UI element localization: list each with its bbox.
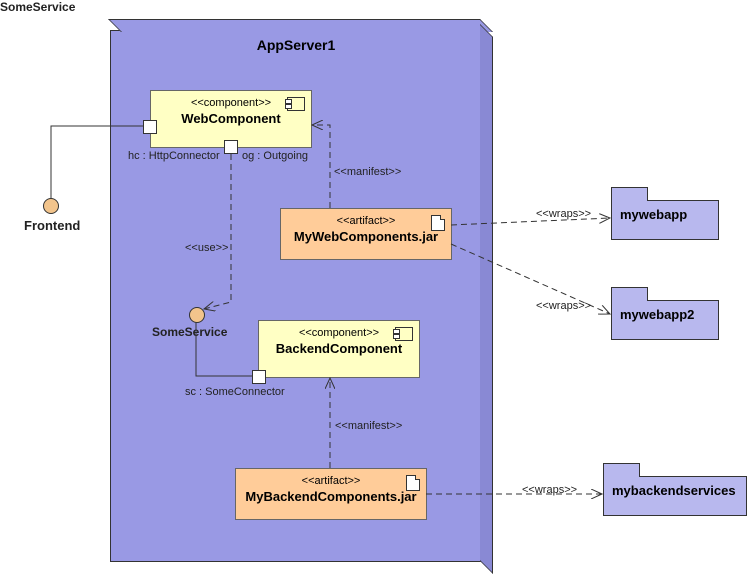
backend-component[interactable]: <<component>> BackendComponent: [258, 320, 420, 378]
port-sc[interactable]: [252, 370, 266, 384]
port-sc-label: sc : SomeConnector: [185, 386, 285, 398]
edge-wraps-3: <<wraps>>: [522, 484, 577, 496]
someservice-label: SomeService: [0, 0, 75, 14]
package-tab-icon: [611, 287, 648, 301]
frontend-interface[interactable]: [43, 198, 59, 214]
artifact-web-stereo: <<artifact>>: [281, 209, 451, 227]
artifact-icon: [431, 215, 445, 231]
diagram-canvas: AppServer1 <<component>> WebComponent hc…: [0, 0, 750, 580]
package-tab-icon: [603, 463, 640, 477]
package-mywebapp-name: mywebapp: [612, 201, 718, 228]
edge-use: <<use>>: [185, 242, 228, 254]
artifact-icon: [406, 475, 420, 491]
edge-manifest-2: <<manifest>>: [335, 420, 402, 432]
package-mywebapp2-name: mywebapp2: [612, 301, 718, 328]
edge-manifest-1: <<manifest>>: [334, 166, 401, 178]
package-tab-icon: [611, 187, 648, 201]
frontend-label: Frontend: [24, 218, 80, 233]
edge-wraps-2: <<wraps>>: [536, 300, 591, 312]
web-component-name: WebComponent: [151, 109, 311, 132]
port-hc[interactable]: [143, 120, 157, 134]
artifact-web-name: MyWebComponents.jar: [281, 227, 451, 250]
artifact-web[interactable]: <<artifact>> MyWebComponents.jar: [280, 208, 452, 260]
someservice-label2: SomeService: [152, 325, 227, 339]
port-og-label: og : Outgoing: [242, 150, 308, 162]
artifact-backend-stereo: <<artifact>>: [236, 469, 426, 487]
someservice-interface[interactable]: [189, 307, 205, 323]
artifact-backend-name: MyBackendComponents.jar: [236, 487, 426, 510]
appserver-title: AppServer1: [111, 31, 481, 57]
package-mywebapp[interactable]: mywebapp: [611, 200, 719, 240]
port-og[interactable]: [224, 140, 238, 154]
artifact-backend[interactable]: <<artifact>> MyBackendComponents.jar: [235, 468, 427, 520]
port-hc-label: hc : HttpConnector: [128, 150, 220, 162]
package-mywebapp2[interactable]: mywebapp2: [611, 300, 719, 340]
component-icon: [287, 97, 305, 111]
package-mybackendservices[interactable]: mybackendservices: [603, 476, 747, 516]
edge-wraps-1: <<wraps>>: [536, 208, 591, 220]
component-icon: [395, 327, 413, 341]
backend-component-name: BackendComponent: [259, 339, 419, 362]
package-mybackendservices-name: mybackendservices: [604, 477, 746, 504]
